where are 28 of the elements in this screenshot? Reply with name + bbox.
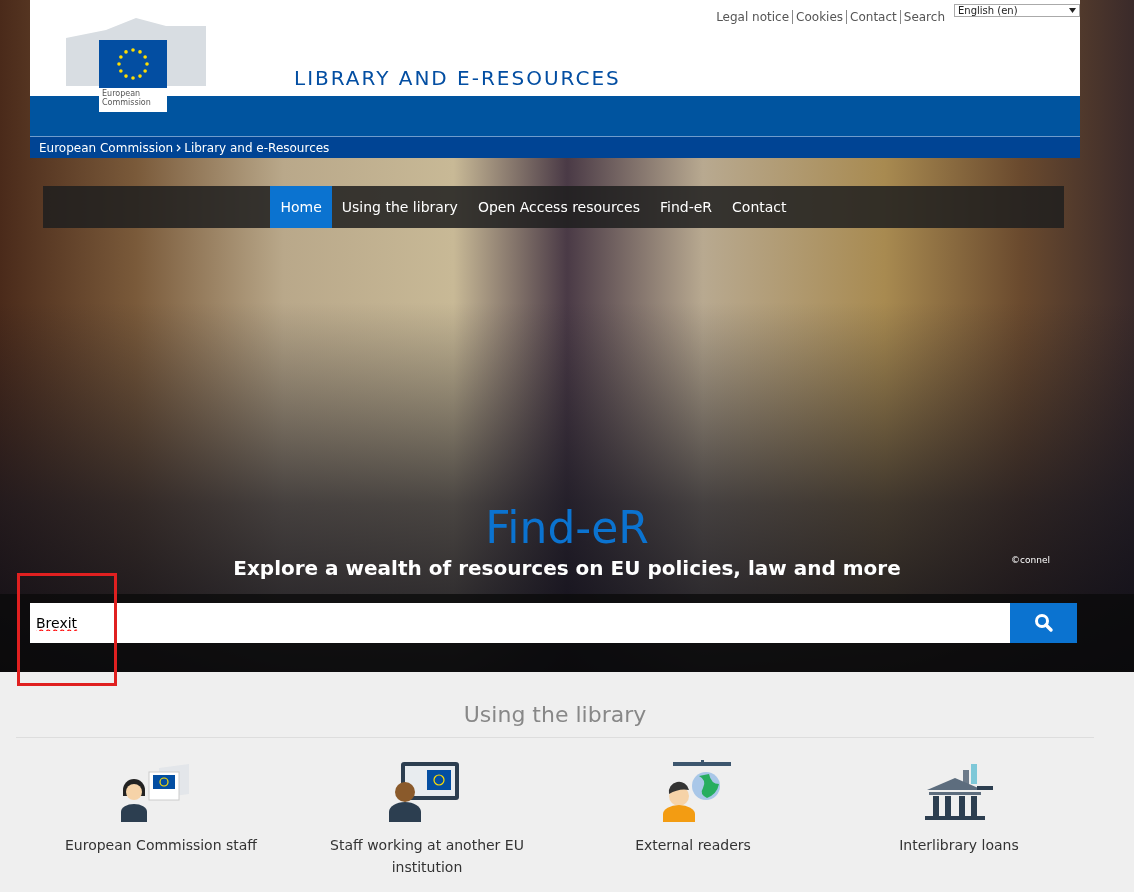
service-label[interactable]: European Commission staff: [65, 834, 257, 856]
top-link[interactable]: Search: [899, 10, 945, 24]
section-heading: Using the library: [16, 672, 1094, 738]
photo-credit: ©connel: [1011, 555, 1050, 565]
top-link[interactable]: Cookies: [792, 10, 844, 24]
nav-tab[interactable]: Find-eR: [650, 186, 723, 228]
search-icon: [1033, 613, 1054, 633]
nav-tab[interactable]: Using the library: [331, 186, 468, 228]
service-label[interactable]: External readers: [635, 834, 751, 856]
service-label[interactable]: Staff working at another EU institution: [312, 834, 542, 878]
search-button[interactable]: [1010, 603, 1077, 643]
hero-title: Find-eR: [484, 503, 650, 553]
breadcrumb-link[interactable]: European Commission: [39, 140, 174, 155]
site-title: LIBRARY AND E-RESOURCES: [294, 66, 621, 90]
nav-tab[interactable]: Contact: [722, 186, 797, 228]
logo-text: European Commission: [101, 88, 152, 109]
dropdown-caret-icon: [1069, 8, 1076, 13]
service-label[interactable]: Interlibrary loans: [899, 834, 1019, 856]
language-dropdown[interactable]: English (en): [954, 4, 1080, 17]
nav-tab[interactable]: Home: [270, 186, 332, 228]
hero-subtitle: Explore a wealth of resources on EU policies, law and more: [233, 556, 901, 580]
nav-tab[interactable]: Open Access resources: [467, 186, 650, 228]
breadcrumb-link[interactable]: Library and e-Resources: [184, 140, 330, 155]
eu-flag-icon: [99, 40, 167, 88]
top-link[interactable]: Legal notice: [716, 10, 790, 24]
chevron-icon: [176, 143, 182, 152]
top-link[interactable]: Contact: [846, 10, 897, 24]
search-field[interactable]: Brexit: [30, 603, 1010, 643]
